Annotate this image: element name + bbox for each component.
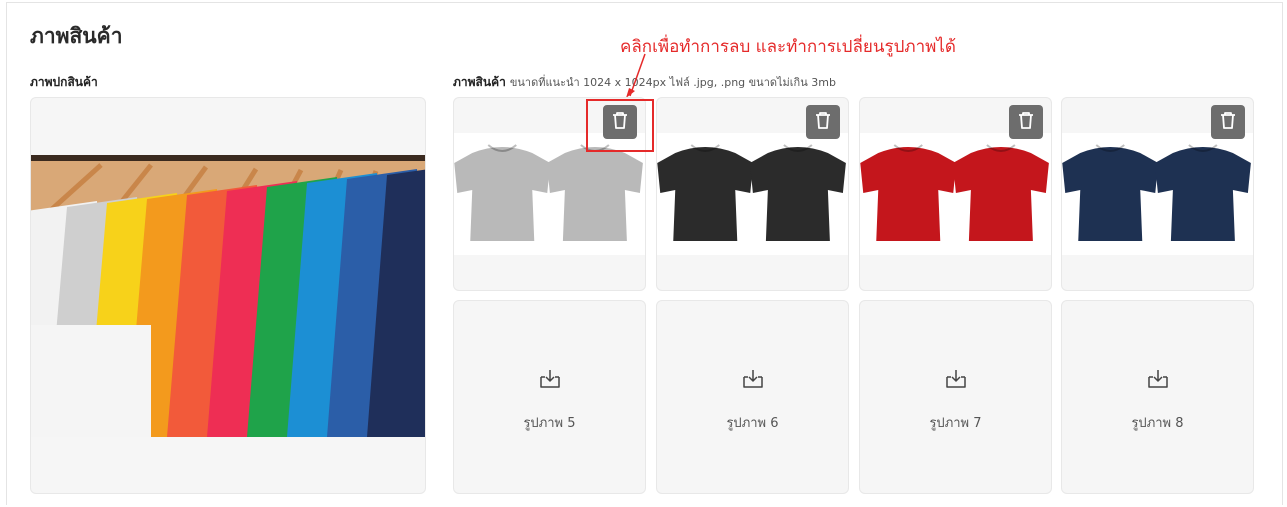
product-images-label-text: ภาพสินค้า	[453, 75, 506, 89]
delete-image-button[interactable]	[1211, 105, 1245, 139]
upload-slot[interactable]: รูปภาพ 5	[453, 300, 646, 494]
cover-image-label: ภาพปกสินค้า	[30, 75, 98, 89]
product-image	[1062, 133, 1253, 255]
upload-slot-label: รูปภาพ 8	[1131, 415, 1184, 431]
upload-slot[interactable]: รูปภาพ 6	[656, 300, 849, 494]
product-image	[657, 133, 848, 255]
upload-slot[interactable]: รูปภาพ 8	[1061, 300, 1254, 494]
trash-icon	[1017, 110, 1035, 134]
product-image-card[interactable]	[859, 97, 1052, 291]
product-image-card[interactable]	[656, 97, 849, 291]
delete-image-button[interactable]	[806, 105, 840, 139]
upload-slot[interactable]: รูปภาพ 7	[859, 300, 1052, 494]
delete-image-button[interactable]	[1009, 105, 1043, 139]
upload-icon	[1146, 368, 1170, 394]
upload-slot-label: รูปภาพ 6	[726, 415, 779, 431]
annotation-arrow-icon	[626, 53, 646, 98]
upload-slot-label: รูปภาพ 7	[929, 415, 982, 431]
section-title: ภาพสินค้า	[30, 24, 123, 48]
product-image	[860, 133, 1051, 255]
trash-icon	[1219, 110, 1237, 134]
delete-annotation: คลิกเพื่อทำการลบ และทำการเปลี่ยนรูปภาพได…	[620, 37, 956, 57]
trash-icon	[814, 110, 832, 134]
upload-slot-label: รูปภาพ 5	[523, 415, 576, 431]
upload-icon	[538, 368, 562, 394]
delete-highlight-box	[586, 99, 654, 152]
cover-image-card[interactable]	[30, 97, 426, 494]
cover-image	[31, 155, 425, 437]
image-size-hint: ขนาดที่แนะนำ 1024 x 1024px ไฟล์ .jpg, .p…	[509, 76, 836, 89]
product-image-card[interactable]	[1061, 97, 1254, 291]
upload-icon	[741, 368, 765, 394]
upload-icon	[944, 368, 968, 394]
